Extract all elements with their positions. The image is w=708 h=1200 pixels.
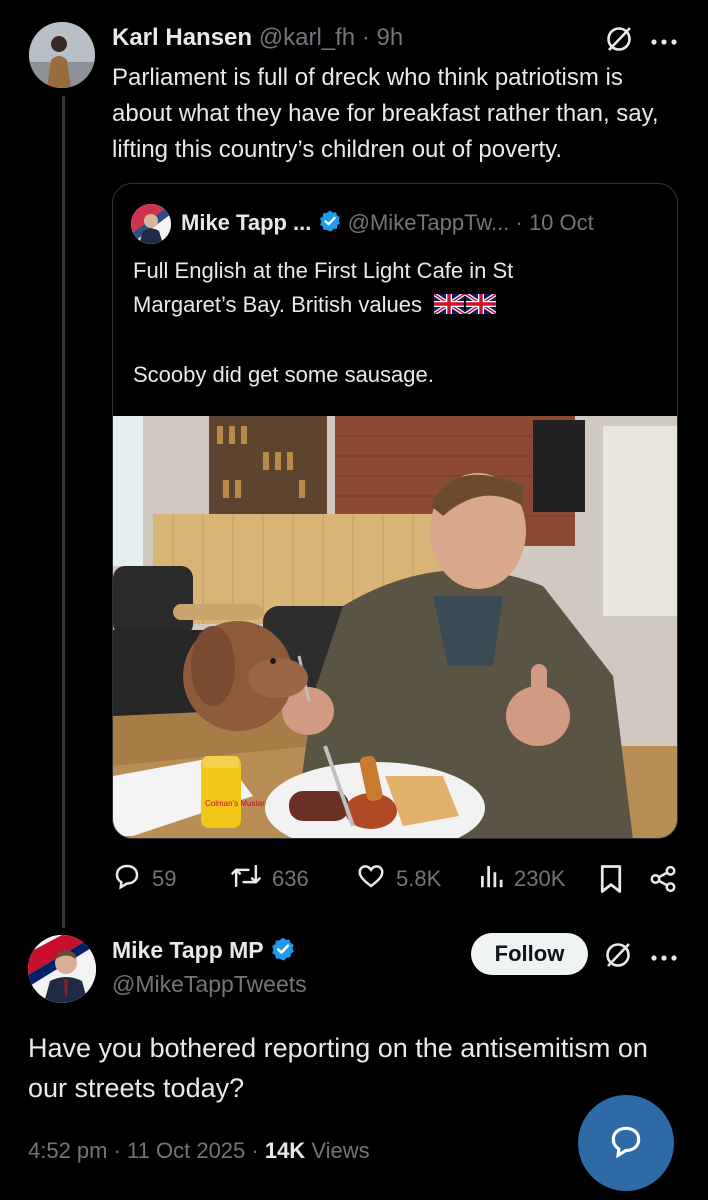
repost-button[interactable]: 636: [230, 862, 309, 896]
reply-icon: [112, 861, 142, 897]
quoted-text-line: Scooby did get some sausage.: [133, 362, 434, 387]
display-name[interactable]: Karl Hansen: [112, 24, 252, 51]
avatar[interactable]: [29, 22, 95, 88]
quoted-text-line: Full English at the First Light Cafe in …: [133, 258, 514, 283]
display-name[interactable]: Mike Tapp ...: [181, 210, 311, 235]
bookmark-icon[interactable]: [598, 864, 624, 899]
repost-icon: [230, 861, 262, 897]
tweet-text: Parliament is full of dreck who think pa…: [112, 64, 659, 163]
quoted-tweet-card[interactable]: Mike Tapp ... @MikeTappTw... · 10 Oct Fu…: [112, 183, 678, 839]
timestamp[interactable]: 9h: [376, 24, 403, 51]
like-icon: [356, 861, 386, 897]
grok-icon[interactable]: [604, 24, 634, 54]
like-button[interactable]: 5.8K: [356, 862, 441, 896]
reply-count: 59: [152, 866, 177, 891]
views-count: 230K: [514, 866, 566, 891]
date: · 10 Oct: [515, 209, 594, 235]
verified-icon: [318, 209, 342, 239]
avatar[interactable]: [28, 935, 96, 1003]
verified-icon: [270, 936, 296, 968]
timestamp[interactable]: 4:52 pm · 11 Oct 2025 ·: [28, 1138, 265, 1163]
more-icon[interactable]: [650, 950, 678, 961]
compose-reply-icon: [607, 1122, 645, 1165]
separator: ·: [361, 24, 370, 51]
handle[interactable]: @MikeTappTw...: [348, 210, 510, 235]
reply-text: Have you bothered reporting on the antis…: [28, 1033, 648, 1103]
thread-connector-line: [62, 96, 65, 928]
tweet-photo[interactable]: Colman's Mustard: [113, 416, 677, 838]
reply-header: Mike Tapp MP: [112, 936, 296, 968]
mustard-jar-label: Colman's Mustard: [205, 799, 269, 808]
quoted-text: Full English at the First Light Cafe in …: [133, 254, 663, 392]
follow-button[interactable]: Follow: [471, 933, 588, 975]
quoted-text-line: Margaret’s Bay. British values: [133, 288, 663, 324]
uk-flag-emoji: [432, 290, 498, 324]
repost-count: 636: [272, 866, 309, 891]
views-button[interactable]: 230K: [478, 862, 565, 896]
share-icon[interactable]: [648, 864, 678, 899]
handle[interactable]: @MikeTappTweets: [112, 971, 307, 998]
display-name[interactable]: Mike Tapp MP: [112, 937, 264, 963]
grok-icon[interactable]: [603, 940, 633, 970]
tweet-meta: 4:52 pm · 11 Oct 2025 · 14K Views: [28, 1138, 370, 1164]
avatar: [131, 204, 171, 244]
reply-button[interactable]: 59: [112, 862, 176, 896]
quoted-text-line-part: Margaret’s Bay. British values: [133, 292, 422, 317]
views-label: Views: [311, 1138, 370, 1163]
more-icon[interactable]: [650, 34, 678, 45]
tweet-header: Karl Hansen @karl_fh · 9h: [112, 24, 403, 52]
views-icon: [478, 861, 504, 897]
views-count: 14K: [264, 1138, 306, 1163]
quoted-header: Mike Tapp ... @MikeTappTw... · 10 Oct: [181, 209, 594, 239]
like-count: 5.8K: [396, 866, 442, 891]
handle[interactable]: @karl_fh: [259, 24, 355, 51]
compose-reply-button[interactable]: [578, 1095, 674, 1191]
